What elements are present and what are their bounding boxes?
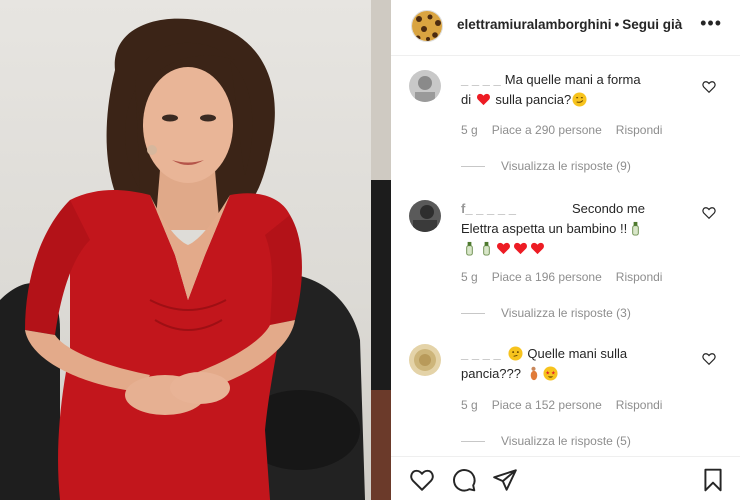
replies-divider-line xyxy=(461,313,485,315)
red-heart-emoji-icon xyxy=(497,242,510,255)
comment-icon[interactable] xyxy=(451,467,477,493)
replies-divider-line xyxy=(461,166,485,168)
comment-time: 5 g xyxy=(461,398,478,412)
star-struck-emoji-icon xyxy=(543,366,558,381)
post-photo[interactable] xyxy=(0,0,371,500)
comment-time: 5 g xyxy=(461,123,478,137)
adjacent-image-strip xyxy=(371,0,391,500)
comment-meta: 5 g Piace a 196 persone Rispondi xyxy=(461,270,676,284)
commenter-avatar[interactable] xyxy=(409,344,441,376)
like-comment-heart-icon[interactable] xyxy=(702,80,716,94)
baby-bottle-emoji-icon xyxy=(632,221,639,236)
comment-username[interactable]: f_ _ _ _ _ xyxy=(461,201,516,216)
view-replies-label: Visualizza le risposte (3) xyxy=(501,306,631,320)
view-replies-link[interactable]: Visualizza le risposte (3) xyxy=(461,306,631,320)
post-username[interactable]: elettramiuralamborghini xyxy=(457,17,612,32)
comment-username[interactable]: _ _ _ _ xyxy=(461,346,501,361)
heart-icon[interactable] xyxy=(409,467,435,493)
commenter-avatar[interactable] xyxy=(409,70,441,102)
red-heart-emoji-icon xyxy=(514,242,527,255)
baby-bottle-emoji-icon xyxy=(466,241,473,256)
comment-meta: 5 g Piace a 290 persone Rispondi xyxy=(461,123,676,137)
more-options-icon[interactable]: ••• xyxy=(700,13,722,34)
comment-body: Ma quelle mani a forma xyxy=(504,72,641,87)
send-icon[interactable] xyxy=(492,467,518,493)
strip-wall xyxy=(371,0,391,180)
avatar-photo xyxy=(409,200,441,232)
comment-meta: 5 g Piace a 152 persone Rispondi xyxy=(461,398,676,412)
leopard-print-avatar xyxy=(412,11,442,41)
smirk-face-emoji-icon xyxy=(572,92,587,107)
like-comment-heart-icon[interactable] xyxy=(702,352,716,366)
strip-floor xyxy=(371,390,391,500)
follow-button[interactable]: Segui già xyxy=(622,17,682,32)
red-heart-emoji-icon xyxy=(476,93,490,106)
comment-text: f_ _ _ _ _ Secondo me Elettra aspetta un … xyxy=(461,199,701,259)
comment-body: Secondo me xyxy=(571,201,645,216)
reply-button[interactable]: Rispondi xyxy=(616,398,663,412)
avatar-photo xyxy=(409,344,441,376)
avatar-photo xyxy=(409,70,441,102)
replies-divider-line xyxy=(461,441,485,443)
header-separator: • xyxy=(614,17,620,32)
comment-body: pancia??? xyxy=(461,366,521,381)
view-replies-link[interactable]: Visualizza le risposte (5) xyxy=(461,434,631,448)
post-action-bar xyxy=(391,456,740,500)
comment-text: _ _ _ _ Quelle mani sulla pancia??? xyxy=(461,344,701,384)
commenter-avatar[interactable] xyxy=(409,200,441,232)
view-replies-label: Visualizza le risposte (9) xyxy=(501,159,631,173)
comment-body: Quelle mani sulla xyxy=(527,346,628,361)
comment-likes[interactable]: Piace a 290 persone xyxy=(492,123,602,137)
reply-button[interactable]: Rispondi xyxy=(616,123,663,137)
comment-body: di xyxy=(461,92,472,107)
red-heart-emoji-icon xyxy=(531,242,544,255)
comment-likes[interactable]: Piace a 196 persone xyxy=(492,270,602,284)
comment-username[interactable]: _ _ _ _ xyxy=(461,72,501,87)
comment-body: sulla pancia? xyxy=(495,92,572,107)
view-replies-link[interactable]: Visualizza le risposte (9) xyxy=(461,159,631,173)
strip-chair xyxy=(371,180,391,390)
view-replies-label: Visualizza le risposte (5) xyxy=(501,434,631,448)
profile-avatar[interactable] xyxy=(411,10,443,42)
comment-likes[interactable]: Piace a 152 persone xyxy=(492,398,602,412)
woman-in-red-dress-illustration xyxy=(0,18,365,500)
thinking-face-emoji-icon xyxy=(508,346,523,361)
post-side-panel: elettramiuralamborghini • Segui già ••• _ … xyxy=(391,0,740,500)
reply-button[interactable]: Rispondi xyxy=(616,270,663,284)
baby-bottle-emoji-icon xyxy=(483,241,490,256)
comment-body: Elettra aspetta un bambino !! xyxy=(461,221,628,236)
pregnant-woman-emoji-icon xyxy=(530,366,537,381)
post-header: elettramiuralamborghini • Segui già ••• xyxy=(391,0,740,56)
bookmark-icon[interactable] xyxy=(700,467,726,493)
comment-time: 5 g xyxy=(461,270,478,284)
like-comment-heart-icon[interactable] xyxy=(702,206,716,220)
comment-text: _ _ _ _ Ma quelle mani a forma di sulla p… xyxy=(461,70,701,110)
